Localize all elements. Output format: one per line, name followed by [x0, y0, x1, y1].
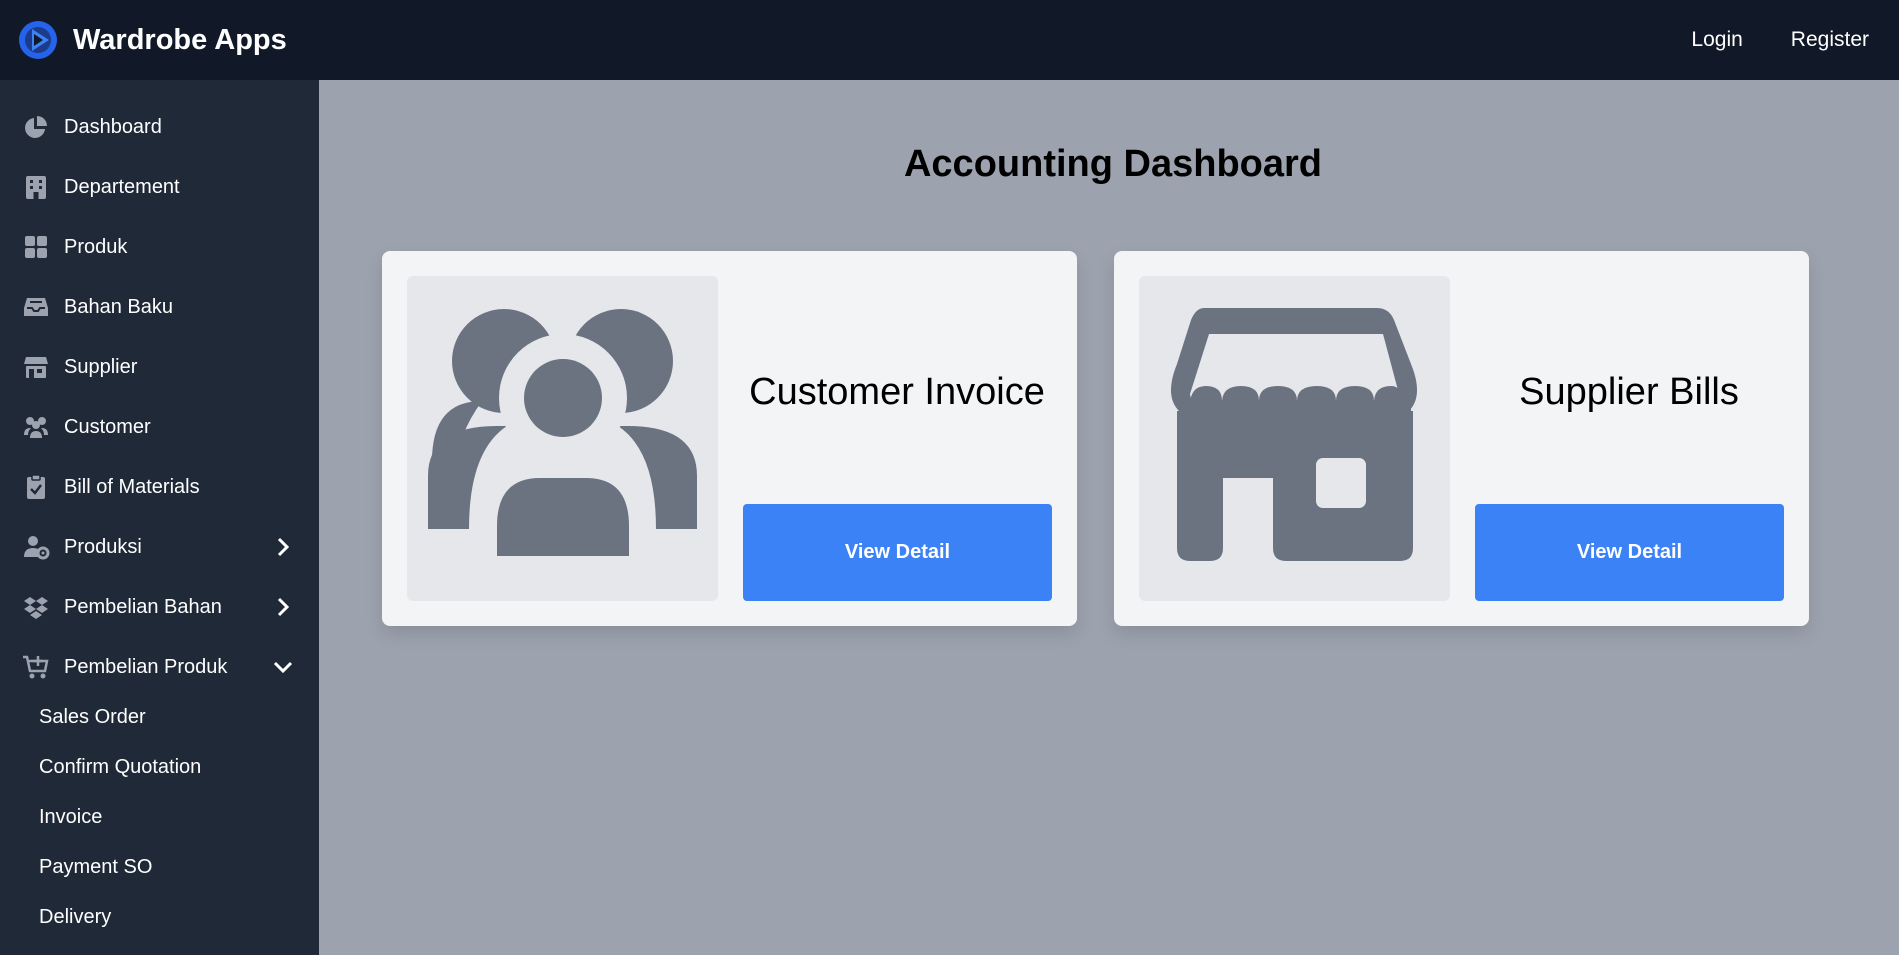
users-icon [24, 417, 48, 438]
users-icon [428, 309, 697, 573]
sidebar-item-pembelian-bahan[interactable]: Pembelian Bahan [0, 582, 319, 632]
submenu-item-sales-order[interactable]: Sales Order [0, 695, 319, 739]
submenu-item-delivery[interactable]: Delivery [0, 895, 319, 939]
sidebar-item-bill-of-materials[interactable]: Bill of Materials [0, 462, 319, 512]
sidebar-item-label: Pembelian Produk [64, 655, 228, 678]
pie-chart-icon [25, 116, 47, 138]
card-title: Supplier Bills [1519, 371, 1739, 413]
customer-invoice-card: Customer Invoice View Detail [382, 251, 1077, 626]
brand[interactable]: Wardrobe Apps [18, 20, 287, 60]
sidebar-item-dashboard[interactable]: Dashboard [0, 102, 319, 152]
sidebar-item-label: Bill of Materials [64, 475, 200, 498]
submenu-item-label: Invoice [39, 805, 103, 828]
submenu-item-label: Payment SO [39, 855, 153, 878]
dropbox-icon [24, 597, 48, 619]
top-navbar: Wardrobe Apps Login Register [0, 0, 1899, 80]
chevron-right-icon [277, 537, 290, 557]
user-gear-icon [24, 536, 50, 560]
view-detail-button[interactable]: View Detail [1475, 504, 1784, 601]
store-icon [24, 357, 48, 378]
sidebar-item-label: Bahan Baku [64, 295, 173, 318]
app-logo-icon [19, 21, 57, 59]
register-link[interactable]: Register [1791, 28, 1869, 52]
supplier-bills-card: Supplier Bills View Detail [1114, 251, 1809, 626]
page-title: Accounting Dashboard [903, 143, 1323, 185]
submenu-item-label: Confirm Quotation [39, 755, 202, 778]
sidebar-item-departement[interactable]: Departement [0, 162, 319, 212]
sidebar-item-supplier[interactable]: Supplier [0, 342, 319, 392]
auth-links: Login Register [1691, 28, 1869, 52]
app-title: Wardrobe Apps [73, 23, 287, 56]
submenu-item-invoice[interactable]: Invoice [0, 795, 319, 839]
sidebar-item-produksi[interactable]: Produksi [0, 522, 319, 572]
sidebar-item-label: Departement [64, 175, 180, 198]
card-image [1139, 276, 1450, 601]
store-icon [1170, 308, 1418, 561]
submenu-item-payment-so[interactable]: Payment SO [0, 845, 319, 889]
card-image [407, 276, 718, 601]
card-title: Customer Invoice [749, 371, 1045, 413]
sidebar-item-label: Dashboard [64, 115, 162, 138]
view-detail-button[interactable]: View Detail [743, 504, 1052, 601]
sidebar-item-produk[interactable]: Produk [0, 222, 319, 272]
sidebar-item-label: Supplier [64, 355, 138, 378]
inbox-icon [24, 298, 48, 316]
submenu-item-label: Delivery [39, 905, 112, 928]
sidebar-item-pembelian-produk[interactable]: Pembelian Produk [0, 642, 319, 692]
sidebar: Dashboard Departement Produk Bahan Baku [0, 80, 319, 955]
cart-plus-icon [23, 655, 49, 679]
sidebar-item-label: Customer [64, 415, 151, 438]
sidebar-item-label: Produk [64, 235, 128, 258]
sidebar-item-label: Produksi [64, 535, 142, 558]
submenu-item-label: Sales Order [39, 705, 146, 728]
main-content: Accounting Dashboard Customer Invoice Vi… [319, 80, 1899, 955]
building-icon [26, 176, 46, 199]
sidebar-item-label: Pembelian Bahan [64, 595, 222, 618]
clipboard-check-icon [27, 474, 45, 499]
chevron-down-icon [273, 661, 293, 674]
sidebar-item-customer[interactable]: Customer [0, 402, 319, 452]
sidebar-item-bahan-baku[interactable]: Bahan Baku [0, 282, 319, 332]
chevron-right-icon [277, 597, 290, 617]
submenu-item-confirm-quotation[interactable]: Confirm Quotation [0, 745, 319, 789]
grid-icon [25, 236, 47, 258]
login-link[interactable]: Login [1691, 28, 1742, 52]
